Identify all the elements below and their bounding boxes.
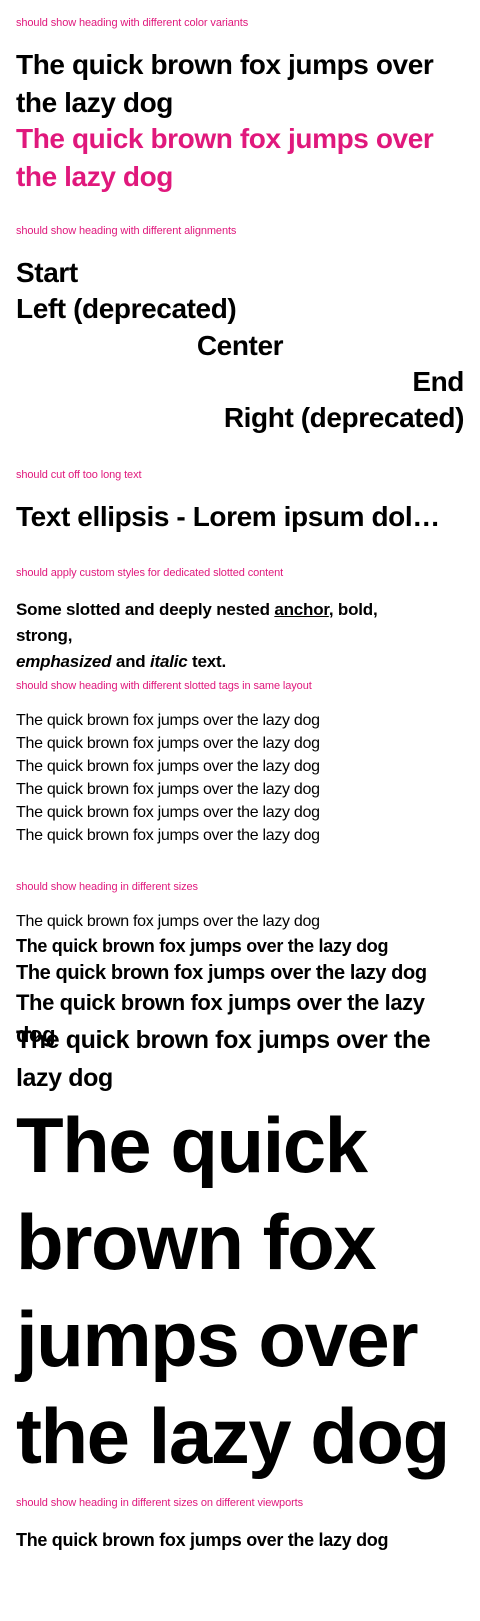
heading-align-center: Center xyxy=(196,330,284,361)
slotted-text-2: , xyxy=(328,600,338,619)
heading-align-right: Right (deprecated) xyxy=(223,402,465,433)
heading-tag-h6: The quick brown fox jumps over the lazy … xyxy=(16,827,320,844)
heading-size-large: The quick brown fox jumps over the lazy … xyxy=(16,962,427,984)
slotted-italic: italic xyxy=(149,652,188,671)
heading-tag-h5: The quick brown fox jumps over the lazy … xyxy=(16,804,320,821)
heading-align-end: End xyxy=(412,366,464,397)
slotted-emphasized: emphasized xyxy=(16,652,112,671)
section-label-slotted-tags: should show heading with different slott… xyxy=(16,680,312,692)
slotted-bold: bold xyxy=(337,600,373,619)
heading-color-default: The quick brown fox jumps over the lazy … xyxy=(16,49,434,118)
section-label-color-variants: should show heading with different color… xyxy=(16,17,249,29)
section-label-viewports: should show heading in different sizes o… xyxy=(16,1497,304,1509)
slotted-text-1: Some slotted and deeply nested xyxy=(16,600,275,619)
section-label-sizes: should show heading in different sizes xyxy=(16,881,198,893)
heading-slotted-content: Some slotted and deeply nested anchor, b… xyxy=(16,597,436,675)
heading-ellipsis: Text ellipsis - Lorem ipsum dolor sit am… xyxy=(16,501,446,532)
heading-size-small: The quick brown fox jumps over the lazy … xyxy=(16,913,320,930)
heading-viewport-breakpoint: The quick brown fox jumps over the lazy … xyxy=(16,1530,389,1550)
slotted-text-5: and xyxy=(111,652,150,671)
heading-color-inherit: The quick brown fox jumps over the lazy … xyxy=(16,123,434,192)
heading-size-inherit: The quick brown fox jumps over the lazy … xyxy=(16,1101,450,1480)
heading-align-left: Left (deprecated) xyxy=(16,293,237,324)
heading-tag-h3: The quick brown fox jumps over the lazy … xyxy=(16,758,320,775)
slotted-text-3: , xyxy=(372,600,378,619)
heading-tag-h4: The quick brown fox jumps over the lazy … xyxy=(16,781,320,798)
slotted-anchor-link[interactable]: anchor xyxy=(274,600,329,619)
heading-tag-h2: The quick brown fox jumps over the lazy … xyxy=(16,735,320,752)
slotted-text-6: text. xyxy=(187,652,227,671)
section-label-slotted: should apply custom styles for dedicated… xyxy=(16,567,284,579)
slotted-text-4: , xyxy=(67,626,73,645)
heading-size-xx-large: The quick brown fox jumps over the lazy … xyxy=(16,1026,431,1092)
slotted-strong: strong xyxy=(16,626,68,645)
section-label-ellipsis: should cut off too long text xyxy=(16,469,142,481)
section-label-alignments: should show heading with different align… xyxy=(16,225,237,237)
heading-tag-h1: The quick brown fox jumps over the lazy … xyxy=(16,712,320,729)
heading-align-start: Start xyxy=(16,257,78,288)
heading-size-medium: The quick brown fox jumps over the lazy … xyxy=(16,936,389,956)
